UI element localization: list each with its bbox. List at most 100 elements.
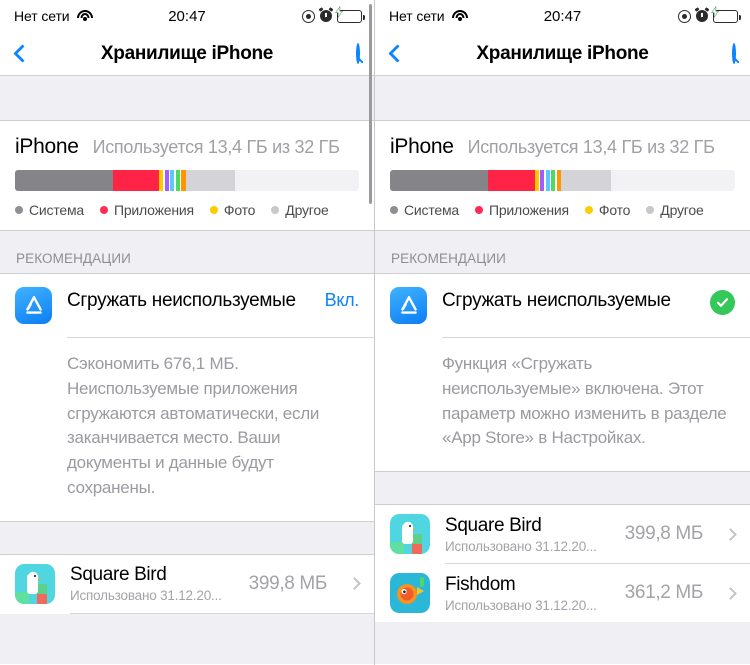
app-meta: Square Bird Использовано 31.12.20...: [70, 564, 234, 603]
search-icon: [732, 42, 736, 64]
app-last-used: Использовано 31.12.20...: [445, 538, 597, 554]
storage-legend: Система Приложения Фото Другое: [390, 202, 735, 218]
recommendation-card: Сгружать неиспользуемые Вкл. Сэкономить …: [0, 273, 374, 521]
storage-bar-segment: [488, 170, 535, 191]
app-name: Square Bird: [445, 514, 542, 536]
legend-color-dot: [390, 206, 398, 214]
legend-item: Приложения: [99, 202, 194, 218]
section-header-recommendations: РЕКОМЕНДАЦИИ: [0, 231, 374, 273]
storage-bar-segment: [113, 170, 160, 191]
carrier-label: Нет сети: [14, 8, 70, 24]
top-spacer: [375, 76, 750, 120]
wifi-icon: [76, 10, 93, 22]
storage-summary-card: iPhone Используется 13,4 ГБ из 32 ГБ Сис…: [375, 120, 750, 231]
app-list: Square Bird Использовано 31.12.20... 399…: [0, 554, 374, 614]
storage-header: iPhone Используется 13,4 ГБ из 32 ГБ: [390, 135, 735, 159]
scrollbar[interactable]: [369, 4, 372, 204]
legend-item: Фото: [584, 202, 631, 218]
charging-bolt-icon: [711, 6, 720, 18]
table-row[interactable]: Square Bird Использовано 31.12.20... 399…: [375, 505, 750, 563]
table-row[interactable]: Square Bird Использовано 31.12.20... 399…: [0, 555, 374, 613]
legend-color-dot: [474, 206, 483, 214]
storage-used-label: Используется 13,4 ГБ из 32 ГБ: [467, 137, 715, 157]
app-meta: Fishdom Использовано 31.12.20...: [445, 574, 610, 613]
square-bird-app-icon: [390, 514, 430, 555]
table-row[interactable]: Fishdom Использовано 31.12.20... 361,2 М…: [375, 564, 750, 622]
navigation-bar: Хранилище iPhone: [0, 32, 374, 76]
divider: [70, 612, 374, 614]
search-button[interactable]: [732, 42, 736, 64]
chevron-right-icon: [724, 527, 737, 541]
status-bar-right: [302, 6, 365, 23]
scroll-content[interactable]: iPhone Используется 13,4 ГБ из 32 ГБ Сис…: [375, 76, 750, 664]
alarm-clock-icon: [320, 10, 332, 22]
square-bird-app-icon: [15, 563, 55, 604]
storage-bar-segment: [390, 170, 489, 191]
legend-color-dot: [15, 206, 23, 214]
chevron-right-icon: [724, 586, 737, 600]
section-spacer: [0, 520, 374, 555]
storage-used-label: Используется 13,4 ГБ из 32 ГБ: [92, 137, 340, 157]
location-services-icon: [678, 9, 691, 23]
device-name: iPhone: [15, 135, 79, 158]
app-store-icon: [15, 287, 52, 324]
legend-label: Приложения: [488, 202, 569, 218]
storage-usage-bar: [390, 170, 735, 191]
alarm-clock-icon: [696, 10, 708, 22]
page-title: Хранилище iPhone: [100, 42, 274, 64]
navigation-bar: Хранилище iPhone: [375, 32, 750, 76]
storage-bar-segment: [185, 170, 236, 191]
legend-item: Другое: [271, 202, 329, 218]
app-meta: Square Bird Использовано 31.12.20...: [445, 515, 610, 554]
carrier-label: Нет сети: [389, 8, 445, 24]
legend-color-dot: [646, 206, 655, 214]
storage-usage-bar: [15, 170, 359, 191]
right-phone-screen: Нет сети 20:47 Хранилище iPhone iPhone И…: [375, 0, 750, 665]
legend-label: Фото: [223, 202, 256, 218]
battery-charging-icon: [711, 6, 741, 23]
legend-label: Другое: [285, 202, 329, 218]
app-last-used: Использовано 31.12.20...: [445, 597, 597, 613]
storage-bar-segment: [561, 170, 611, 191]
app-name: Fishdom: [445, 573, 516, 595]
location-services-icon: [302, 9, 315, 23]
legend-label: Фото: [598, 202, 631, 218]
app-name: Square Bird: [70, 564, 167, 586]
chevron-right-icon: [348, 577, 361, 591]
legend-color-dot: [271, 206, 280, 214]
storage-legend: Система Приложения Фото Другое: [15, 202, 359, 218]
dual-screenshot-comparison: Нет сети 20:47 Хранилище iPhone iPhone И…: [0, 0, 750, 665]
legend-label: Приложения: [113, 202, 194, 218]
legend-item: Фото: [209, 202, 256, 218]
fishdom-app-icon: [390, 573, 430, 614]
status-bar: Нет сети 20:47: [375, 0, 750, 32]
search-button[interactable]: [356, 42, 360, 64]
offload-unused-row[interactable]: Сгружать неиспользуемые Вкл.: [0, 274, 374, 337]
legend-color-dot: [584, 206, 593, 214]
storage-bar-segment: [15, 170, 114, 191]
status-bar-left: Нет сети: [14, 8, 93, 24]
legend-color-dot: [209, 206, 218, 214]
device-name: iPhone: [390, 135, 454, 158]
section-header-recommendations: РЕКОМЕНДАЦИИ: [375, 231, 750, 273]
battery-charging-icon: [335, 6, 365, 23]
section-spacer: [375, 471, 750, 506]
status-bar-left: Нет сети: [389, 8, 468, 24]
chevron-left-icon: [388, 44, 407, 63]
back-button[interactable]: [388, 44, 419, 63]
app-size: 361,2 МБ: [624, 582, 704, 604]
offload-unused-row[interactable]: Сгружать неиспользуемые: [375, 274, 750, 337]
app-size: 399,8 МБ: [624, 523, 704, 545]
back-button[interactable]: [13, 44, 44, 63]
wifi-icon: [451, 10, 468, 22]
page-title: Хранилище iPhone: [476, 42, 649, 64]
status-bar: Нет сети 20:47: [0, 0, 374, 32]
app-size: 399,8 МБ: [248, 572, 328, 594]
legend-color-dot: [99, 206, 108, 214]
charging-bolt-icon: [335, 6, 344, 18]
app-list: Square Bird Использовано 31.12.20... 399…: [375, 505, 750, 623]
legend-label: Система: [29, 202, 84, 218]
recommendation-card: Сгружать неиспользуемые Функция «Сгружат…: [375, 273, 750, 472]
scroll-content[interactable]: iPhone Используется 13,4 ГБ из 32 ГБ Сис…: [0, 76, 374, 664]
left-phone-screen: Нет сети 20:47 Хранилище iPhone iPhone И…: [0, 0, 375, 665]
